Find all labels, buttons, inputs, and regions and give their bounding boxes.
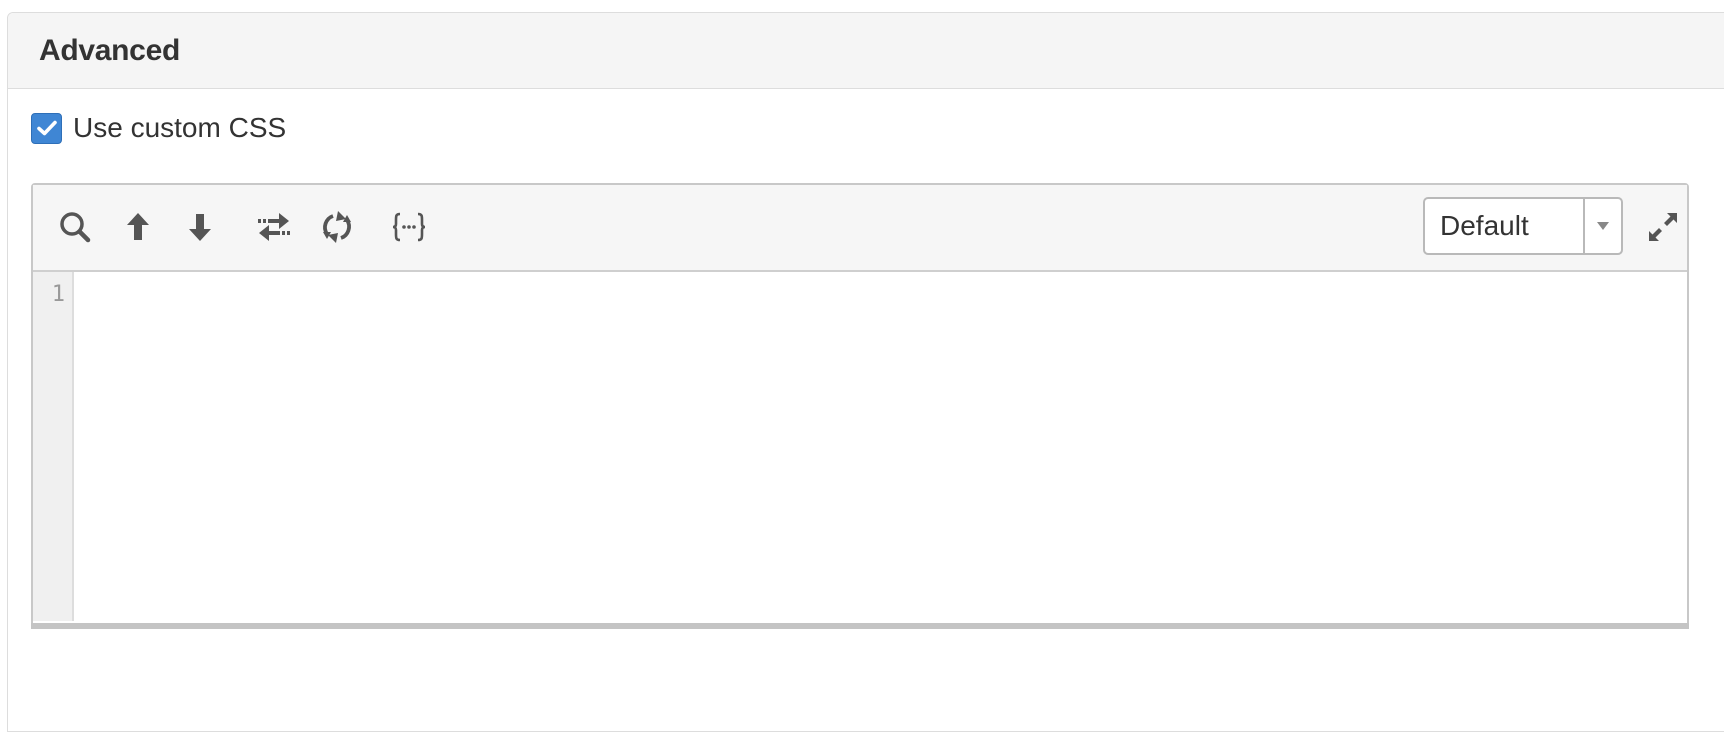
expand-icon — [1649, 213, 1677, 241]
refresh-icon — [323, 211, 351, 243]
find-next-button[interactable] — [180, 207, 220, 247]
code-braces-icon — [392, 212, 426, 242]
arrow-up-icon — [127, 213, 149, 240]
panel-title: Advanced — [39, 34, 180, 67]
code-input-area[interactable] — [74, 272, 1687, 621]
css-code-editor: Default 1 — [31, 183, 1689, 629]
swap-icon — [258, 213, 290, 241]
search-icon — [60, 212, 91, 243]
use-custom-css-checkbox[interactable] — [31, 112, 62, 144]
arrow-down-icon — [189, 214, 211, 241]
search-button[interactable] — [55, 207, 95, 247]
custom-css-option[interactable]: Use custom CSS — [31, 111, 286, 145]
replace-button[interactable] — [254, 207, 294, 247]
select-arrow[interactable] — [1583, 199, 1621, 253]
editor-toolbar: Default — [33, 185, 1687, 272]
theme-select[interactable]: Default — [1423, 197, 1623, 255]
line-number-gutter: 1 — [33, 272, 74, 621]
use-custom-css-label[interactable]: Use custom CSS — [73, 111, 286, 145]
caret-down-icon — [1597, 222, 1609, 230]
find-previous-button[interactable] — [118, 207, 158, 247]
panel-heading: Advanced — [8, 13, 1724, 89]
line-number: 1 — [51, 282, 65, 307]
fullscreen-button[interactable] — [1643, 207, 1683, 247]
checkmark-icon — [36, 120, 57, 136]
replace-all-button[interactable] — [317, 207, 357, 247]
editor-bottom-border — [31, 623, 1689, 629]
theme-select-value: Default — [1440, 210, 1529, 241]
beautify-button[interactable] — [389, 207, 429, 247]
